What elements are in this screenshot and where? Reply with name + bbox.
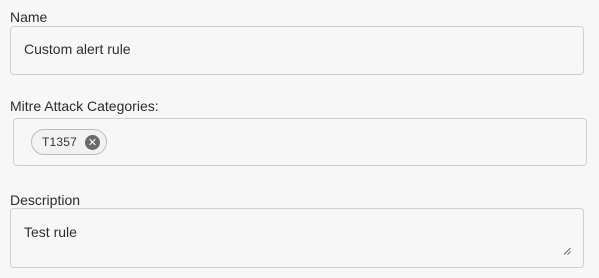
name-input[interactable]: Custom alert rule	[10, 26, 584, 75]
name-label: Name	[10, 9, 48, 25]
resize-handle-icon[interactable]	[563, 247, 571, 255]
chip-label: T1357	[42, 135, 78, 149]
chip-t1357: T1357 ✕	[31, 129, 108, 155]
description-value: Test rule	[24, 224, 77, 240]
description-textarea[interactable]: Test rule	[10, 208, 584, 268]
close-circle-icon[interactable]: ✕	[85, 134, 101, 150]
description-label: Description	[10, 192, 81, 208]
name-input-value: Custom alert rule	[24, 41, 131, 57]
mitre-categories-label: Mitre Attack Categories:	[10, 98, 159, 114]
mitre-categories-input[interactable]: T1357 ✕	[13, 118, 587, 166]
